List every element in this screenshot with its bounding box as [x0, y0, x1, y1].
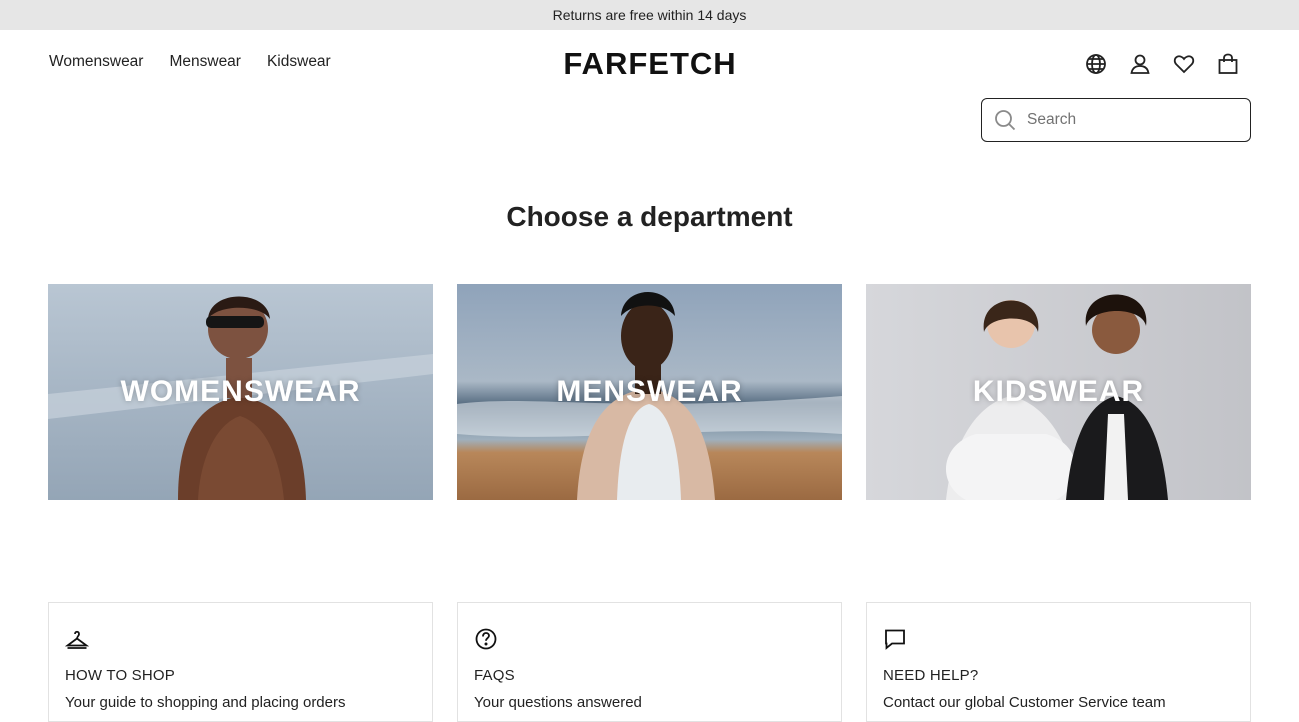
- search-input[interactable]: [1027, 111, 1237, 129]
- search-icon: [993, 108, 1017, 132]
- department-tile-menswear[interactable]: MENSWEAR: [457, 284, 842, 500]
- department-nav: Womenswear Menswear Kidswear: [49, 53, 331, 71]
- nav-womenswear[interactable]: Womenswear: [49, 53, 143, 71]
- nav-menswear[interactable]: Menswear: [169, 53, 241, 71]
- chat-bubble-icon: [883, 627, 907, 651]
- help-card-title: FAQS: [474, 667, 515, 684]
- nav-kidswear[interactable]: Kidswear: [267, 53, 331, 71]
- announcement-bar: Returns are free within 14 days: [0, 0, 1299, 30]
- department-label: KIDSWEAR: [972, 375, 1145, 408]
- wishlist-heart-icon[interactable]: [1172, 52, 1196, 76]
- header-icons: [1084, 52, 1240, 76]
- farfetch-logo[interactable]: FARFETCH: [549, 47, 751, 81]
- help-card-faqs[interactable]: FAQS Your questions answered: [457, 602, 842, 722]
- department-label: WOMENSWEAR: [120, 375, 361, 408]
- help-card-description: Your questions answered: [474, 694, 642, 711]
- shopping-bag-icon[interactable]: [1216, 52, 1240, 76]
- help-card-title: HOW TO SHOP: [65, 667, 175, 684]
- hanger-icon: [64, 627, 90, 651]
- help-card-how-to-shop[interactable]: HOW TO SHOP Your guide to shopping and p…: [48, 602, 433, 722]
- help-card-description: Contact our global Customer Service team: [883, 694, 1166, 711]
- page-title: Choose a department: [506, 201, 793, 232]
- help-card-need-help[interactable]: NEED HELP? Contact our global Customer S…: [866, 602, 1251, 722]
- department-tile-kidswear[interactable]: KIDSWEAR: [866, 284, 1251, 500]
- account-icon[interactable]: [1128, 52, 1152, 76]
- department-label: MENSWEAR: [556, 375, 743, 408]
- search-box[interactable]: [981, 98, 1251, 142]
- announcement-text: Returns are free within 14 days: [552, 7, 747, 23]
- globe-icon[interactable]: [1084, 52, 1108, 76]
- help-card-description: Your guide to shopping and placing order…: [65, 694, 346, 711]
- help-card-title: NEED HELP?: [883, 667, 979, 684]
- department-tile-womenswear[interactable]: WOMENSWEAR: [48, 284, 433, 500]
- question-circle-icon: [474, 627, 498, 651]
